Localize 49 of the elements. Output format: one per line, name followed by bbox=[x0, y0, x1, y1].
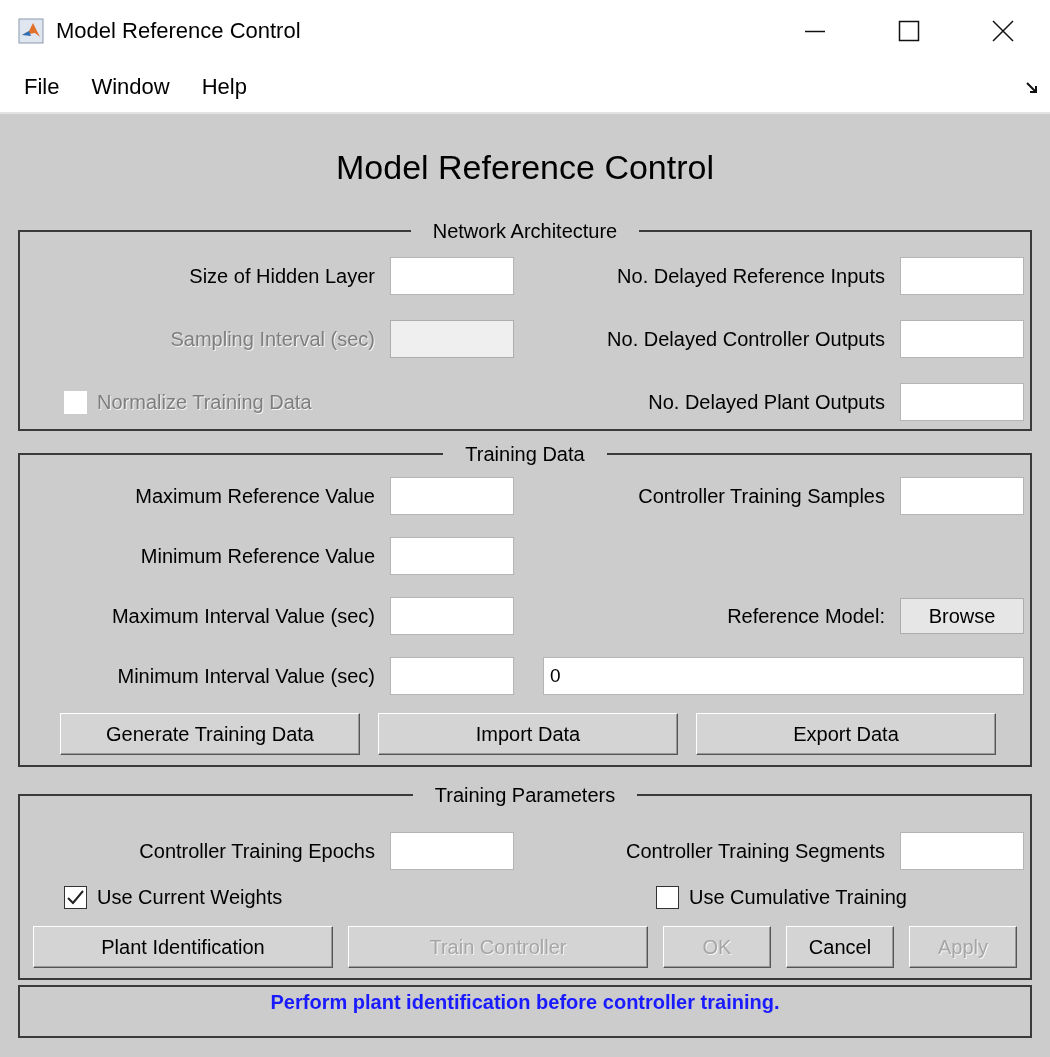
field-label: Minimum Interval Value (sec) bbox=[116, 664, 375, 688]
action-button[interactable]: Export Data bbox=[696, 713, 996, 755]
window-title: Model Reference Control bbox=[56, 18, 302, 44]
maximize-button[interactable] bbox=[897, 19, 921, 43]
text-field[interactable]: 0 bbox=[543, 657, 1024, 695]
app-icon bbox=[18, 18, 44, 44]
action-button[interactable]: Import Data bbox=[378, 713, 678, 755]
browse-button[interactable]: Browse bbox=[900, 598, 1024, 634]
menu-item[interactable]: Window bbox=[81, 70, 180, 104]
group-title: Training Data bbox=[464, 444, 586, 464]
field-label: Minimum Reference Value bbox=[139, 544, 375, 568]
status-message: Perform plant identification before controller training. bbox=[18, 985, 1032, 1038]
checkbox-label: Use Cumulative Training bbox=[689, 885, 907, 909]
input-field[interactable] bbox=[390, 832, 514, 870]
dialog-heading: Model Reference Control bbox=[335, 147, 715, 188]
input-field[interactable] bbox=[390, 597, 514, 635]
input-field[interactable] bbox=[390, 537, 514, 575]
dock-arrow-icon[interactable] bbox=[1026, 82, 1038, 94]
field-label: Reference Model: bbox=[726, 604, 885, 628]
field-label: Sampling Interval (sec) bbox=[169, 327, 375, 351]
input-field[interactable] bbox=[900, 383, 1024, 421]
input-field[interactable] bbox=[390, 657, 514, 695]
menu-item[interactable]: Help bbox=[191, 70, 257, 104]
field-label: Controller Training Samples bbox=[637, 484, 885, 508]
checkbox-label: Normalize Training Data bbox=[97, 390, 312, 414]
field-label: No. Delayed Plant Outputs bbox=[647, 390, 885, 414]
field-label: No. Delayed Reference Inputs bbox=[616, 264, 885, 288]
checkbox[interactable] bbox=[64, 885, 87, 909]
action-button[interactable]: Plant Identification bbox=[33, 926, 333, 968]
field-label: Maximum Reference Value bbox=[134, 484, 375, 508]
group-title: Network Architecture bbox=[431, 221, 619, 241]
input-field[interactable] bbox=[900, 257, 1024, 295]
checkbox[interactable] bbox=[656, 885, 679, 909]
input-field[interactable] bbox=[900, 320, 1024, 358]
input-field[interactable] bbox=[900, 477, 1024, 515]
group-title: Training Parameters bbox=[433, 785, 617, 805]
action-button[interactable]: Cancel bbox=[786, 926, 894, 968]
close-button[interactable] bbox=[991, 19, 1015, 43]
input-field[interactable] bbox=[390, 477, 514, 515]
field-label: Size of Hidden Layer bbox=[188, 264, 375, 288]
menu-item[interactable]: File bbox=[14, 70, 70, 104]
action-button[interactable]: Generate Training Data bbox=[60, 713, 360, 755]
checkbox-label: Use Current Weights bbox=[97, 885, 283, 909]
field-label: No. Delayed Controller Outputs bbox=[606, 327, 885, 351]
input-field[interactable] bbox=[390, 257, 514, 295]
input-field[interactable] bbox=[900, 832, 1024, 870]
field-label: Controller Training Segments bbox=[625, 839, 885, 863]
field-label: Controller Training Epochs bbox=[138, 839, 375, 863]
field-label: Maximum Interval Value (sec) bbox=[110, 604, 375, 628]
